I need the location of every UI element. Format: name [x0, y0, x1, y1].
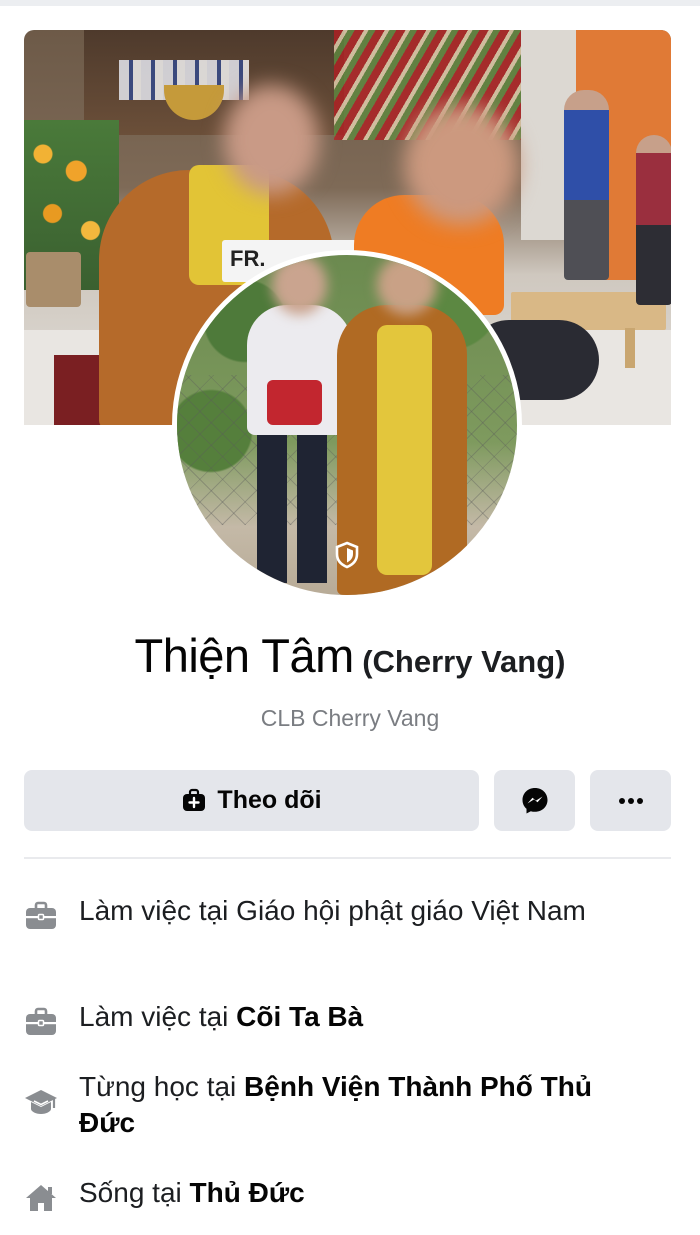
cover-background-person	[564, 90, 609, 280]
avatar-person-bag	[267, 380, 322, 425]
profile-guard-shield-icon	[332, 540, 362, 570]
avatar-blurred-face	[377, 255, 437, 315]
profile-name: Thiện Tâm	[134, 629, 354, 682]
intro-item-text: Từng học tại Bệnh Viện Thành Phố Thủ Đức	[79, 1069, 649, 1141]
cover-table-leg	[625, 328, 635, 368]
cover-background-person	[636, 135, 671, 305]
add-follow-icon	[181, 788, 207, 814]
cover-blurred-face	[224, 85, 319, 195]
more-options-button[interactable]	[590, 770, 671, 831]
intro-item-prefix: Từng học tại	[79, 1071, 245, 1102]
intro-item-highlight[interactable]: Cõi Ta Bà	[236, 1001, 363, 1032]
messenger-button[interactable]	[494, 770, 575, 831]
intro-item-text: Làm việc tại Giáo hội phật giáo Việt Nam	[79, 893, 649, 929]
briefcase-icon	[24, 899, 58, 933]
intro-item-lives[interactable]: Sống tại Thủ Đức	[24, 1175, 664, 1215]
intro-item-prefix: Làm việc tại	[79, 1001, 237, 1032]
graduation-cap-icon	[24, 1085, 58, 1119]
more-icon	[618, 797, 644, 805]
intro-item-prefix: Sống tại	[79, 1177, 190, 1208]
section-divider	[24, 857, 671, 859]
profile-subtitle: CLB Cherry Vang	[260, 705, 440, 731]
intro-item-work[interactable]: Làm việc tại Giáo hội phật giáo Việt Nam	[24, 893, 664, 933]
intro-item-text: Làm việc tại Cõi Ta Bà	[79, 999, 649, 1035]
home-icon	[24, 1181, 58, 1215]
intro-item-education[interactable]: Từng học tại Bệnh Viện Thành Phố Thủ Đức	[24, 1069, 664, 1141]
avatar-person-legs	[257, 433, 327, 583]
cover-blurred-face	[404, 105, 519, 225]
intro-item-highlight[interactable]: Thủ Đức	[190, 1177, 305, 1208]
profile-alternate-name: (Cherry Vang)	[362, 644, 566, 679]
cover-flower-pot	[26, 252, 81, 307]
avatar-blurred-face	[272, 255, 327, 315]
intro-item-prefix: Làm việc tại Giáo hội phật giáo Việt Nam	[79, 895, 586, 926]
avatar-monk-inner-robe	[377, 325, 432, 575]
follow-button[interactable]: Theo dõi	[24, 770, 479, 831]
messenger-icon	[520, 786, 550, 816]
intro-item-work[interactable]: Làm việc tại Cõi Ta Bà	[24, 999, 664, 1039]
top-strip	[0, 0, 700, 6]
briefcase-icon	[24, 1005, 58, 1039]
profile-name-row: Thiện Tâm (Cherry Vang)	[0, 628, 700, 683]
follow-button-label: Theo dõi	[217, 786, 322, 814]
intro-item-text: Sống tại Thủ Đức	[79, 1175, 649, 1211]
